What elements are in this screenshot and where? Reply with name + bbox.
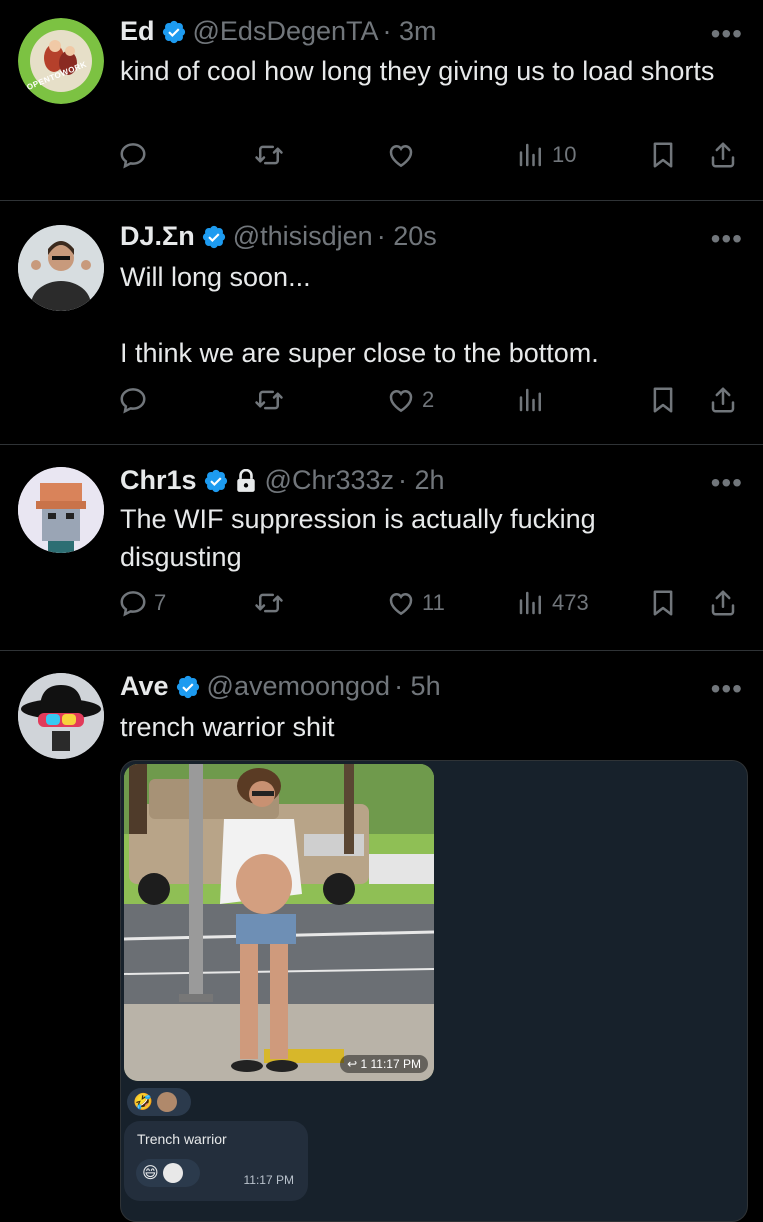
bookmark-icon [648,588,678,618]
timestamp[interactable]: · 2h [398,465,445,496]
like-button[interactable]: 2 [386,385,434,415]
heart-icon [386,140,416,170]
share-icon [708,140,738,170]
message-reactions[interactable]: 😄 [136,1159,200,1187]
reactor-avatar [156,1092,177,1112]
chat-photo[interactable]: ↩ 1 11:17 PM [124,764,434,1081]
tweet-header: DJ.Σn @thisisdjen · 20s [120,221,437,252]
display-name[interactable]: Chr1s [120,465,197,496]
verified-badge-icon [175,674,201,700]
like-button[interactable] [386,140,422,170]
timestamp[interactable]: · 5h [394,671,441,702]
share-icon [708,385,738,415]
retweet-button[interactable] [254,385,290,415]
retweet-button[interactable] [254,140,290,170]
more-options-icon[interactable]: ••• [711,467,743,499]
verified-badge-icon [201,224,227,250]
tweet-ed[interactable]: #OPENTOWORK Ed @EdsDegenTA · 3m ••• kind… [0,0,763,201]
handle[interactable]: @Chr333z [265,465,394,496]
views-icon [516,385,546,415]
retweet-icon [254,140,284,170]
tweet-actions: 2 [118,385,748,421]
tweet-text: kind of cool how long they giving us to … [120,56,715,86]
views-icon [516,140,546,170]
share-icon [708,588,738,618]
heart-icon [386,588,416,618]
display-name[interactable]: Ave [120,671,169,702]
tweet-text-line-1: Will long soon... [120,262,311,292]
retweet-icon [254,588,284,618]
display-name[interactable]: DJ.Σn [120,221,195,252]
display-name[interactable]: Ed [120,16,155,47]
share-button[interactable] [708,588,738,618]
reply-button[interactable]: 7 [118,588,166,618]
handle[interactable]: @avemoongod [207,671,391,702]
reply-icon [118,385,148,415]
retweet-button[interactable] [254,588,290,618]
avatar-djen[interactable] [18,225,104,311]
photo-reactions[interactable]: 🤣 [127,1088,191,1116]
photo-timestamp: ↩ 1 11:17 PM [340,1055,428,1073]
message-text: Trench warrior [137,1131,227,1147]
views-button[interactable]: 473 [516,588,589,618]
reply-button[interactable] [118,140,154,170]
tweet-text: The WIF suppression is actually fucking … [120,504,596,572]
tweet-text: Will long soon... I think we are super c… [120,258,720,372]
bookmark-button[interactable] [648,588,678,618]
tweet-chr1s[interactable]: Chr1s @Chr333z · 2h ••• The WIF suppress… [0,445,763,651]
tweet-djen[interactable]: DJ.Σn @thisisdjen · 20s ••• Will long so… [0,201,763,445]
timestamp[interactable]: · 20s [377,221,437,252]
share-button[interactable] [708,385,738,415]
timestamp[interactable]: · 3m [383,16,437,47]
avatar-ave[interactable] [18,673,104,759]
reply-button[interactable] [118,385,154,415]
bookmark-button[interactable] [648,140,678,170]
retweet-icon [254,385,284,415]
bookmark-icon [648,385,678,415]
verified-badge-icon [203,468,229,494]
heart-icon [386,385,416,415]
avatar-ed[interactable]: #OPENTOWORK [18,18,104,104]
reply-icon [118,140,148,170]
views-button[interactable]: 10 [516,140,576,170]
reaction-emoji: 🤣 [133,1094,153,1111]
verified-badge-icon [161,19,187,45]
tweet-text: trench warrior shit [120,712,335,742]
tweet-actions: 10 [118,140,748,176]
more-options-icon[interactable]: ••• [711,223,743,255]
handle[interactable]: @EdsDegenTA [193,16,379,47]
views-button[interactable] [516,385,552,415]
tweet-media-image[interactable]: ↩ 1 11:17 PM 🤣 Trench warrior 😄 11:17 PM [120,760,748,1222]
tweet-text-line-2 [120,296,720,334]
tweet-header: Chr1s @Chr333z · 2h [120,465,445,496]
tweet-actions: 7 11 473 [118,588,748,624]
tweet-header: Ave @avemoongod · 5h [120,671,441,702]
bookmark-icon [648,140,678,170]
share-button[interactable] [708,140,738,170]
reply-arrow-icon: ↩ [347,1057,358,1071]
more-options-icon[interactable]: ••• [711,18,743,50]
bookmark-button[interactable] [648,385,678,415]
like-button[interactable]: 11 [386,588,445,618]
reply-icon [118,588,148,618]
chat-message-bubble[interactable]: Trench warrior 😄 11:17 PM [124,1121,308,1201]
tweet-header: Ed @EdsDegenTA · 3m [120,16,437,47]
tweet-text-line-3: I think we are super close to the bottom… [120,338,599,368]
reaction-emoji: 😄 [142,1165,159,1182]
lock-icon [236,468,255,492]
message-time: 11:17 PM [243,1173,294,1187]
reactor-avatar [162,1163,183,1183]
avatar-chr1s[interactable] [18,467,104,553]
handle[interactable]: @thisisdjen [233,221,373,252]
more-options-icon[interactable]: ••• [711,673,743,705]
views-icon [516,588,546,618]
